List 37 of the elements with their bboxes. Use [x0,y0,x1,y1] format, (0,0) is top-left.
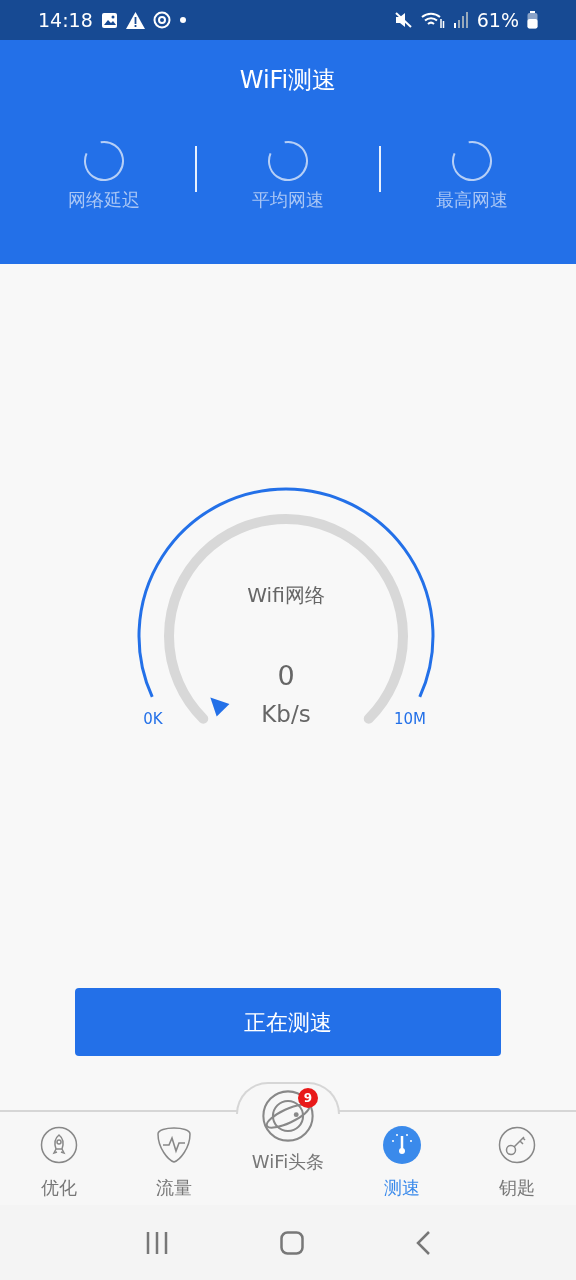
image-icon [100,11,118,29]
loading-spinner-icon [266,140,309,182]
nav-tab[interactable]: 9 WiFi头条 [230,1086,346,1201]
dot-icon [178,16,187,24]
page-title: WiFi测速 [238,65,338,96]
planet-icon [262,1090,314,1142]
recent-apps-icon[interactable] [145,1230,170,1255]
back-icon[interactable] [414,1229,431,1256]
battery-percent: 61% [476,7,519,33]
speed-test-button[interactable]: 正在测速 [75,988,501,1056]
loading-spinner-icon [82,140,125,182]
mute-icon [394,12,413,28]
home-icon[interactable] [280,1230,304,1255]
gauge-needle [210,697,230,717]
signal-icon [452,12,469,28]
sync-icon [152,11,171,29]
metric-label: 最高网速 [436,188,509,212]
metric-label: 网络延迟 [67,188,140,212]
key-icon [497,1126,536,1164]
pulse-icon [154,1126,193,1164]
speed-unit: Kb/s [261,701,311,727]
nav-tab[interactable]: 流量 [116,1112,231,1201]
nav-tab[interactable]: 优化 [2,1112,117,1201]
battery-icon [527,11,538,29]
min-label: 0K [143,710,163,728]
speedometer-icon [383,1126,422,1164]
wifi-icon [420,11,445,29]
nav-tab[interactable]: 测速 [345,1112,460,1201]
loading-spinner-icon [451,140,494,182]
rocket-icon [40,1126,79,1164]
clock: 14:18 [38,7,93,33]
max-label: 10M [394,710,426,728]
gauge-title: Wifi网络 [247,583,325,607]
nav-tab[interactable]: 钥匙 [459,1112,575,1201]
warning-icon [125,11,145,29]
metric-label: 平均网速 [251,188,324,212]
speed-value: 0 [277,660,295,691]
